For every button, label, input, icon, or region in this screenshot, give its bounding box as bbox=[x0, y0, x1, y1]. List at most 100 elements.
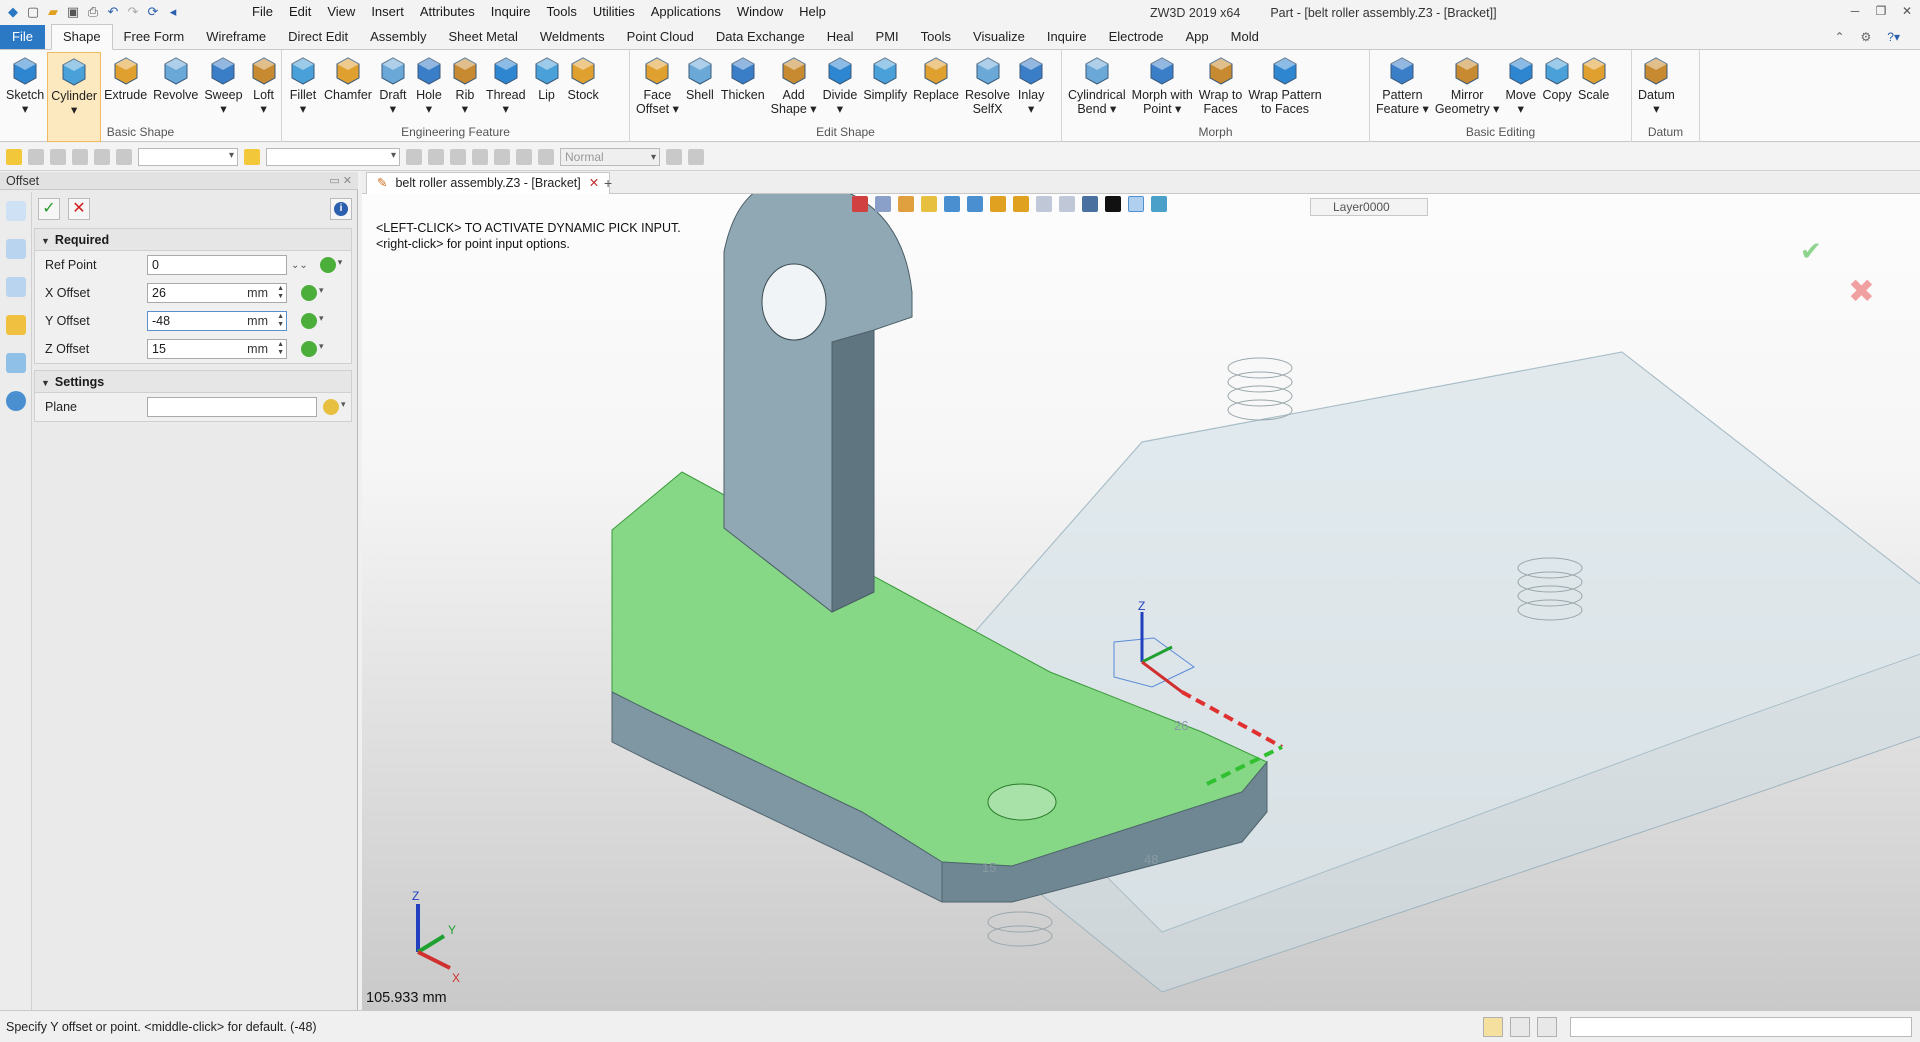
align-icon[interactable] bbox=[406, 148, 422, 165]
tab-tools[interactable]: Tools bbox=[910, 25, 962, 49]
tab-heal[interactable]: Heal bbox=[816, 25, 865, 49]
pin-tab-icon[interactable]: ✎ bbox=[377, 176, 387, 190]
restore-icon[interactable]: ❐ bbox=[1868, 0, 1894, 22]
color-blue-icon[interactable] bbox=[1128, 196, 1144, 212]
tab-free-form[interactable]: Free Form bbox=[113, 25, 196, 49]
menu-inquire[interactable]: Inquire bbox=[483, 0, 539, 24]
panel-pin-icon[interactable]: ▭ ✕ bbox=[329, 172, 352, 190]
settings-gear-icon[interactable]: ⚙ bbox=[1861, 25, 1872, 49]
distribute-icon[interactable] bbox=[450, 148, 466, 165]
tab-visualize[interactable]: Visualize bbox=[962, 25, 1036, 49]
minimize-icon[interactable]: ─ bbox=[1842, 0, 1868, 22]
y-offset-input[interactable]: -48 mm ▲ ▼ bbox=[147, 311, 287, 331]
distribute-2-icon[interactable] bbox=[472, 148, 488, 165]
command-input[interactable] bbox=[1570, 1017, 1912, 1037]
ok-button[interactable]: ✓ bbox=[38, 198, 60, 220]
pick-arrow-icon[interactable] bbox=[6, 148, 22, 165]
grid-icon[interactable] bbox=[72, 148, 88, 165]
save-icon[interactable]: ▣ bbox=[66, 5, 80, 19]
x-offset-pick-icon[interactable] bbox=[301, 285, 324, 301]
viewport-cancel-icon[interactable]: ✖ bbox=[1848, 272, 1875, 310]
tab-data-exchange[interactable]: Data Exchange bbox=[705, 25, 816, 49]
redo-icon[interactable]: ↷ bbox=[126, 5, 140, 19]
menu-edit[interactable]: Edit bbox=[281, 0, 319, 24]
tab-history[interactable] bbox=[0, 192, 32, 230]
cubes-icon[interactable] bbox=[990, 196, 1006, 212]
tab-shape[interactable]: Shape bbox=[50, 24, 113, 50]
pick-point-icon[interactable] bbox=[319, 257, 342, 273]
x-offset-spinner[interactable]: ▲ ▼ bbox=[277, 285, 284, 301]
cancel-button[interactable]: ✕ bbox=[68, 198, 90, 220]
new-file-icon[interactable]: ▢ bbox=[26, 5, 40, 19]
filter-combo[interactable] bbox=[138, 147, 238, 166]
viewport-ok-icon[interactable]: ✔ bbox=[1800, 236, 1822, 267]
layer-combo[interactable]: Layer0000 bbox=[1310, 198, 1428, 216]
render-icon[interactable] bbox=[1013, 196, 1029, 212]
tab-visual[interactable] bbox=[0, 344, 32, 382]
tab-direct-edit[interactable]: Direct Edit bbox=[277, 25, 359, 49]
tab-inquire[interactable]: Inquire bbox=[1036, 25, 1098, 49]
tab-sheet-metal[interactable]: Sheet Metal bbox=[438, 25, 529, 49]
print-icon[interactable]: ⎙ bbox=[86, 5, 100, 19]
tab-electrode[interactable]: Electrode bbox=[1098, 25, 1175, 49]
mode-combo[interactable]: Normal bbox=[560, 147, 660, 166]
tab-app[interactable]: App bbox=[1175, 25, 1220, 49]
menu-help[interactable]: Help bbox=[791, 0, 834, 24]
section-icon[interactable] bbox=[1059, 196, 1075, 212]
required-header[interactable]: ▼ Required bbox=[35, 229, 351, 251]
exit-icon[interactable] bbox=[852, 196, 868, 212]
menu-utilities[interactable]: Utilities bbox=[585, 0, 643, 24]
tab-assembly-tree[interactable] bbox=[0, 230, 32, 268]
tab-pmi[interactable]: PMI bbox=[865, 25, 910, 49]
status-view-icon[interactable] bbox=[1483, 1017, 1503, 1037]
z-offset-spinner[interactable]: ▲ ▼ bbox=[277, 341, 284, 357]
collapse-ribbon-icon[interactable]: ⌃ bbox=[1834, 25, 1844, 49]
cursor-icon[interactable] bbox=[666, 148, 682, 165]
menu-insert[interactable]: Insert bbox=[363, 0, 412, 24]
hexagon-icon[interactable] bbox=[94, 148, 110, 165]
menu-applications[interactable]: Applications bbox=[643, 0, 729, 24]
menu-attributes[interactable]: Attributes bbox=[412, 0, 483, 24]
help-icon[interactable]: ?▾ bbox=[1887, 25, 1900, 49]
layer-icon[interactable] bbox=[1151, 196, 1167, 212]
tab-wireframe[interactable]: Wireframe bbox=[195, 25, 277, 49]
gear-small-icon[interactable] bbox=[538, 148, 554, 165]
menu-window[interactable]: Window bbox=[729, 0, 791, 24]
tab-mold[interactable]: Mold bbox=[1220, 25, 1270, 49]
rebuild-icon[interactable]: ⟳ bbox=[146, 5, 160, 19]
tab-parts[interactable] bbox=[0, 306, 32, 344]
z-offset-pick-icon[interactable] bbox=[301, 341, 324, 357]
tab-weldments[interactable]: Weldments bbox=[529, 25, 616, 49]
gear-disabled-icon[interactable] bbox=[688, 148, 704, 165]
menu-view[interactable]: View bbox=[319, 0, 363, 24]
display-icon[interactable] bbox=[1082, 196, 1098, 212]
tab-user[interactable] bbox=[0, 382, 32, 420]
menu-tools[interactable]: Tools bbox=[539, 0, 585, 24]
close-icon[interactable]: ✕ bbox=[1894, 0, 1920, 22]
chart-icon[interactable] bbox=[116, 148, 132, 165]
z-offset-input[interactable]: 15 mm ▲ ▼ bbox=[147, 339, 287, 359]
cube-view-icon[interactable] bbox=[944, 196, 960, 212]
fit-icon[interactable] bbox=[1036, 196, 1052, 212]
new-tab-icon[interactable]: + bbox=[604, 172, 612, 194]
menu-file[interactable]: File bbox=[244, 0, 281, 24]
pencil-icon[interactable] bbox=[898, 196, 914, 212]
back-icon[interactable]: ◂ bbox=[166, 5, 180, 19]
status-table-icon[interactable] bbox=[1537, 1017, 1557, 1037]
ref-point-input[interactable]: 0 bbox=[147, 255, 287, 275]
y-offset-pick-icon[interactable] bbox=[301, 313, 324, 329]
plane-input[interactable] bbox=[147, 397, 317, 417]
status-monitor-icon[interactable] bbox=[1510, 1017, 1530, 1037]
tab-file[interactable]: File bbox=[0, 25, 45, 49]
distribute-3-icon[interactable] bbox=[494, 148, 510, 165]
views-icon[interactable] bbox=[967, 196, 983, 212]
view-select-icon[interactable] bbox=[875, 196, 891, 212]
selection-combo[interactable] bbox=[266, 147, 400, 166]
settings-header[interactable]: ▼ Settings bbox=[35, 371, 351, 393]
document-tab[interactable]: ✎ belt roller assembly.Z3 - [Bracket] ✕ bbox=[366, 172, 611, 194]
tab-assembly[interactable]: Assembly bbox=[359, 25, 437, 49]
x-offset-input[interactable]: 26 mm ▲ ▼ bbox=[147, 283, 287, 303]
pin-icon[interactable] bbox=[516, 148, 532, 165]
tab-point-cloud[interactable]: Point Cloud bbox=[616, 25, 705, 49]
close-tab-icon[interactable]: ✕ bbox=[589, 176, 599, 190]
